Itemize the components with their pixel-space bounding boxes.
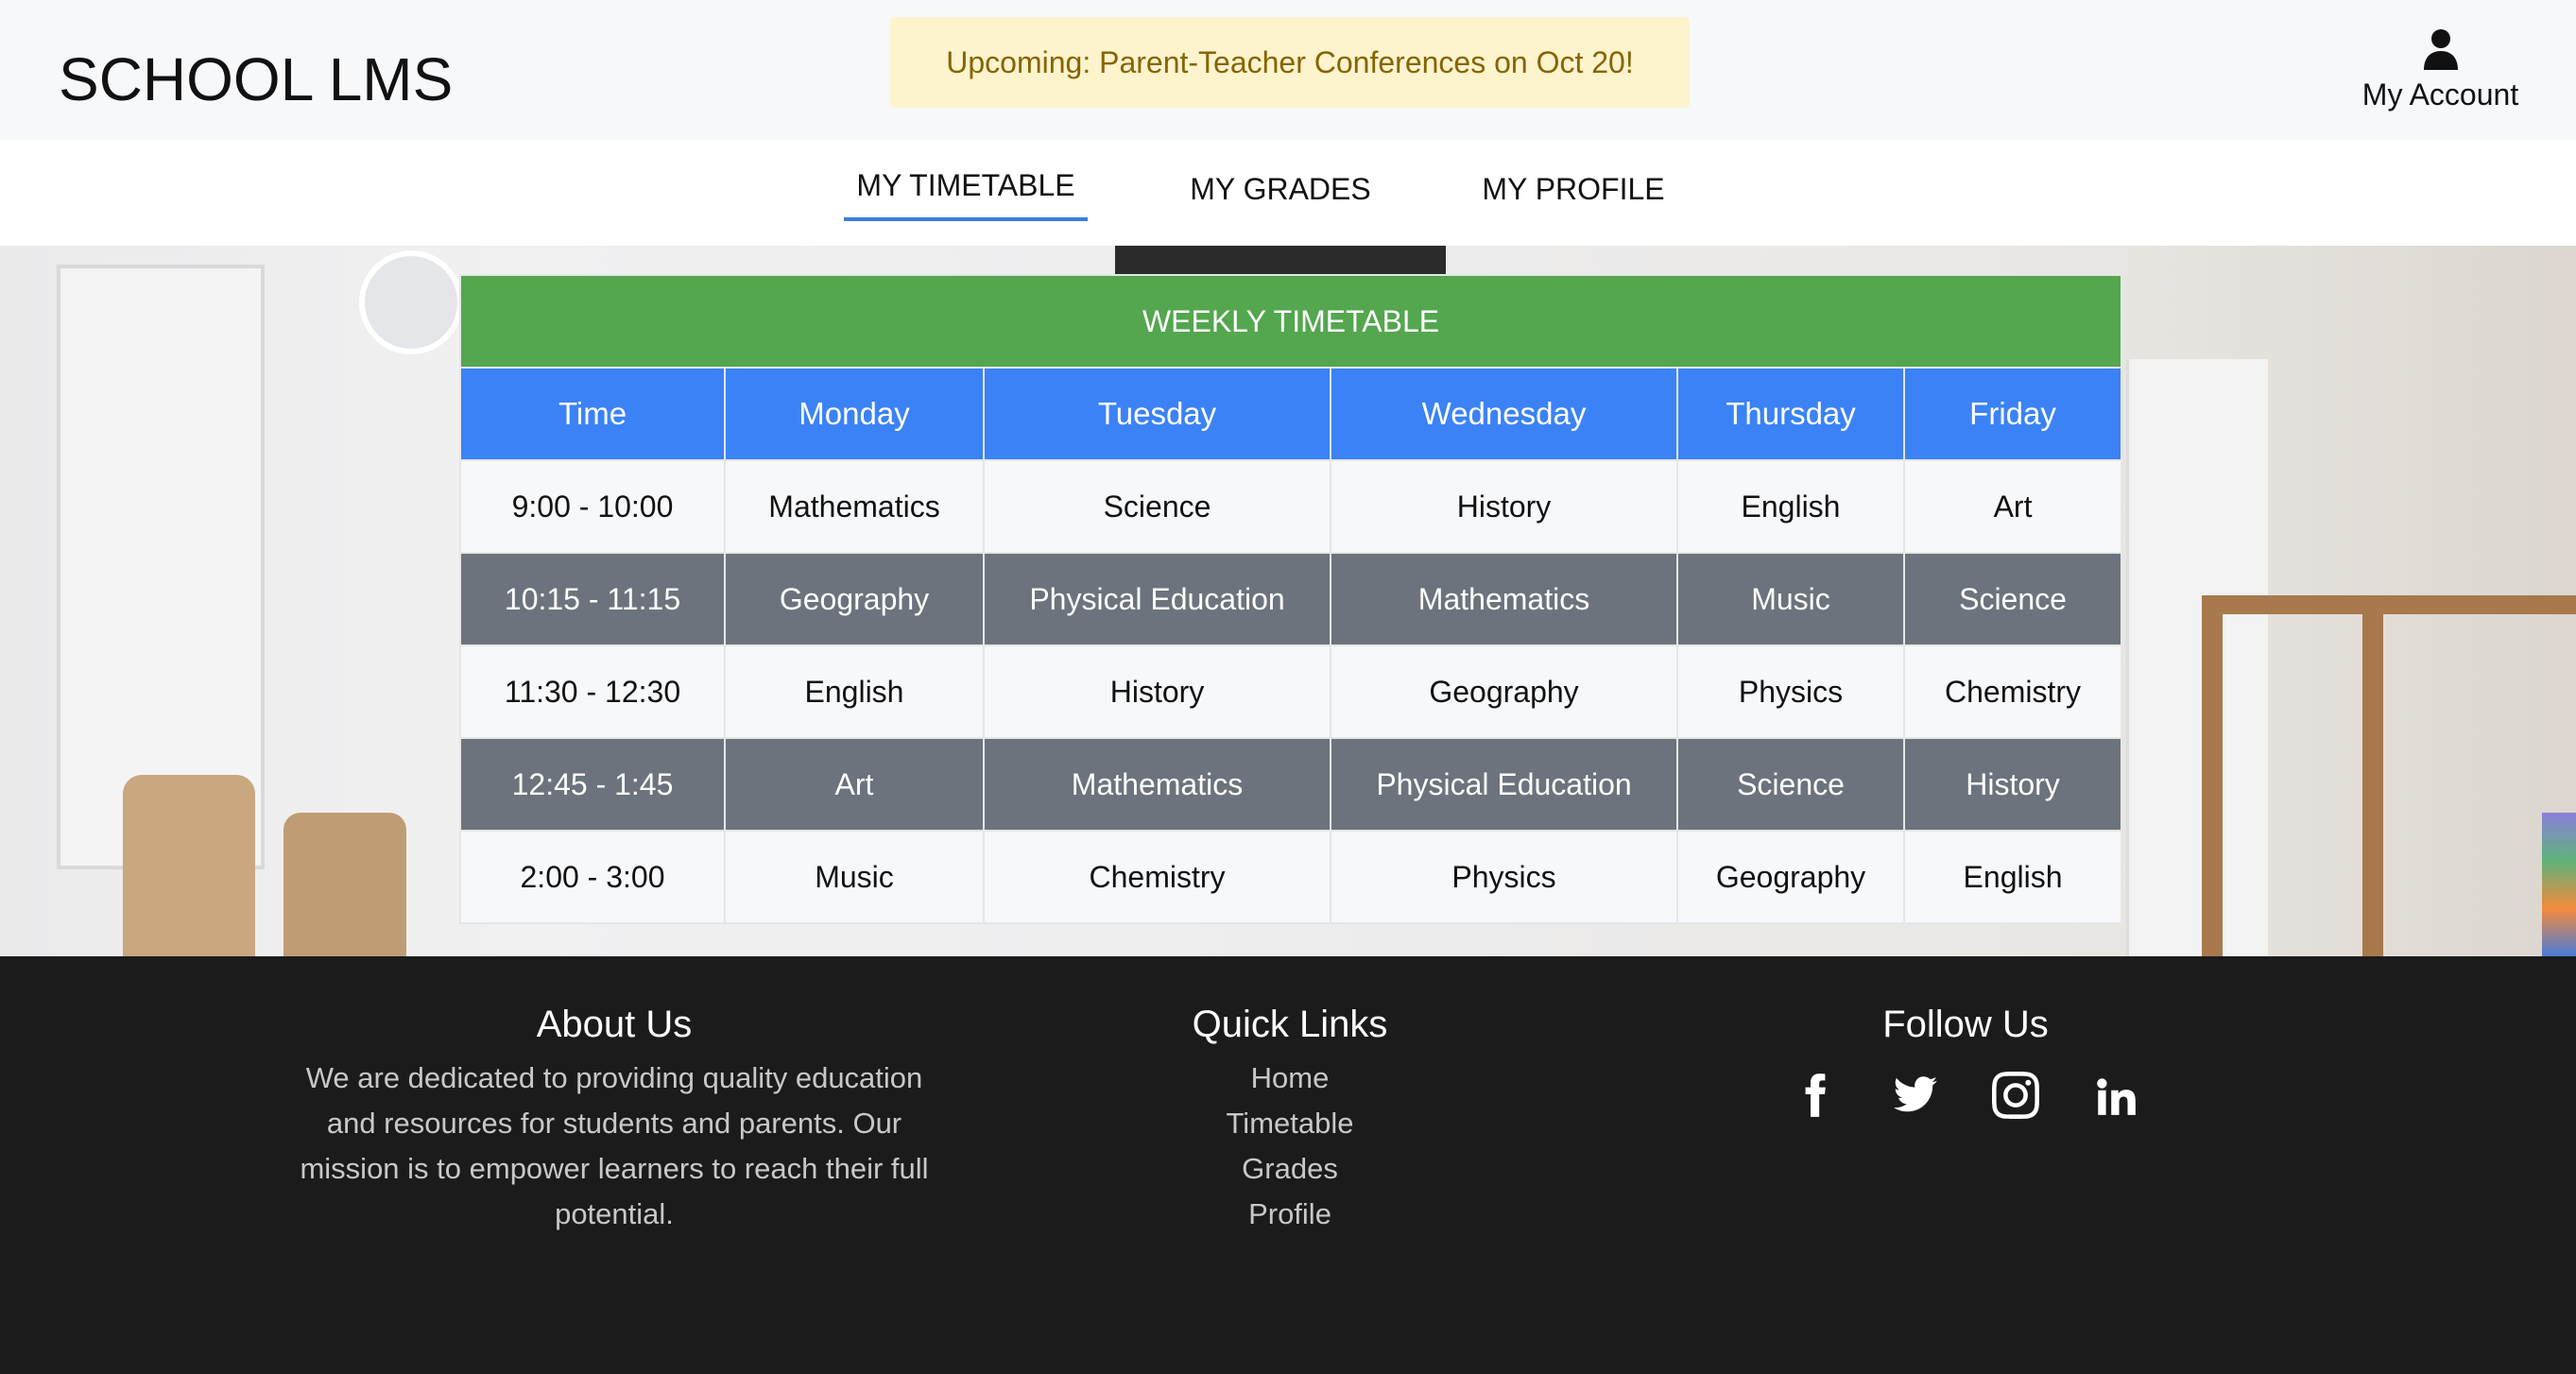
subject-cell: History bbox=[983, 644, 1331, 739]
subject-cell: Mathematics bbox=[1330, 552, 1678, 646]
announcement-banner: Upcoming: Parent-Teacher Conferences on … bbox=[890, 17, 1690, 108]
background-shelf-post bbox=[2202, 595, 2223, 956]
about-us-text: We are dedicated to providing quality ed… bbox=[300, 1061, 929, 1230]
timetable-header-row: Time Monday Tuesday Wednesday Thursday F… bbox=[459, 367, 2123, 461]
weekly-timetable: WEEKLY TIMETABLE Time Monday Tuesday Wed… bbox=[458, 274, 2123, 924]
subject-cell: Physics bbox=[1330, 830, 1678, 924]
subject-cell: Art bbox=[724, 737, 985, 832]
subject-cell: Science bbox=[1902, 552, 2123, 646]
time-cell: 2:00 - 3:00 bbox=[459, 830, 726, 924]
subject-cell: Geography bbox=[1676, 830, 1905, 924]
subject-cell: History bbox=[1902, 737, 2123, 832]
time-cell: 11:30 - 12:30 bbox=[459, 644, 726, 739]
background-cabinet bbox=[2126, 359, 2268, 956]
background-chair-left bbox=[123, 775, 255, 956]
column-header: Tuesday bbox=[983, 367, 1331, 461]
my-account-label: My Account bbox=[2361, 77, 2519, 112]
tab-my-profile[interactable]: MY PROFILE bbox=[1474, 168, 1673, 225]
social-links bbox=[1777, 1071, 2155, 1120]
background-clock bbox=[359, 250, 463, 354]
timetable-title: WEEKLY TIMETABLE bbox=[458, 274, 2123, 369]
subject-cell: Chemistry bbox=[1902, 644, 2123, 739]
subject-cell: English bbox=[1676, 459, 1905, 554]
about-us-heading: About Us bbox=[536, 1004, 693, 1045]
subject-cell: Mathematics bbox=[724, 459, 985, 554]
column-header: Time bbox=[459, 367, 726, 461]
subject-cell: English bbox=[1902, 830, 2123, 924]
twitter-icon[interactable] bbox=[1891, 1071, 1940, 1120]
subject-cell: Music bbox=[724, 830, 985, 924]
subject-cell: Chemistry bbox=[983, 830, 1331, 924]
main-nav: MY TIMETABLE MY GRADES MY PROFILE bbox=[0, 140, 2576, 246]
time-cell: 12:45 - 1:45 bbox=[459, 737, 726, 832]
subject-cell: Music bbox=[1676, 552, 1905, 646]
table-row: 9:00 - 10:00 Mathematics Science History… bbox=[459, 459, 2123, 554]
subject-cell: Physical Education bbox=[983, 552, 1331, 646]
subject-cell: Physical Education bbox=[1330, 737, 1678, 832]
quick-links-heading: Quick Links bbox=[1192, 1004, 1388, 1045]
subject-cell: Science bbox=[983, 459, 1331, 554]
table-row: 2:00 - 3:00 Music Chemistry Physics Geog… bbox=[459, 830, 2123, 924]
background-chair-right bbox=[283, 813, 406, 956]
column-header: Monday bbox=[724, 367, 985, 461]
instagram-icon[interactable] bbox=[1991, 1071, 2040, 1120]
my-account-button[interactable]: My Account bbox=[2334, 28, 2547, 123]
tab-my-timetable[interactable]: MY TIMETABLE bbox=[844, 164, 1088, 221]
background-shelf bbox=[2202, 595, 2576, 614]
hero-section: WEEKLY TIMETABLE Time Monday Tuesday Wed… bbox=[0, 246, 2576, 956]
footer-link-home[interactable]: Home bbox=[1101, 1056, 1479, 1101]
page: SCHOOL LMS Upcoming: Parent-Teacher Conf… bbox=[0, 0, 2576, 1374]
subject-cell: History bbox=[1330, 459, 1678, 554]
subject-cell: Physics bbox=[1676, 644, 1905, 739]
subject-cell: Geography bbox=[724, 552, 985, 646]
subject-cell: Art bbox=[1902, 459, 2123, 554]
footer-link-timetable[interactable]: Timetable bbox=[1101, 1101, 1479, 1146]
table-row: 11:30 - 12:30 English History Geography … bbox=[459, 644, 2123, 739]
time-cell: 9:00 - 10:00 bbox=[459, 459, 726, 554]
column-header: Thursday bbox=[1676, 367, 1905, 461]
follow-us-heading: Follow Us bbox=[1882, 1004, 2049, 1045]
subject-cell: English bbox=[724, 644, 985, 739]
subject-cell: Mathematics bbox=[983, 737, 1331, 832]
background-stacking-toy bbox=[2542, 813, 2576, 956]
footer-link-profile[interactable]: Profile bbox=[1101, 1192, 1479, 1237]
quick-links-section: Quick Links Home Timetable Grades Profil… bbox=[1101, 1004, 1479, 1237]
table-row: 12:45 - 1:45 Art Mathematics Physical Ed… bbox=[459, 737, 2123, 832]
about-us-section: About Us We are dedicated to providing q… bbox=[283, 1004, 945, 1237]
column-header: Wednesday bbox=[1330, 367, 1678, 461]
background-figure bbox=[1115, 246, 1446, 274]
subject-cell: Geography bbox=[1330, 644, 1678, 739]
facebook-icon[interactable] bbox=[1791, 1071, 1840, 1120]
time-cell: 10:15 - 11:15 bbox=[459, 552, 726, 646]
user-icon bbox=[2423, 29, 2458, 70]
linkedin-icon[interactable] bbox=[2091, 1071, 2140, 1120]
site-footer: About Us We are dedicated to providing q… bbox=[0, 956, 2576, 1374]
table-row: 10:15 - 11:15 Geography Physical Educati… bbox=[459, 552, 2123, 646]
background-shelf-post-right bbox=[2362, 595, 2383, 956]
subject-cell: Science bbox=[1676, 737, 1905, 832]
column-header: Friday bbox=[1902, 367, 2123, 461]
footer-link-grades[interactable]: Grades bbox=[1101, 1146, 1479, 1192]
site-header: SCHOOL LMS Upcoming: Parent-Teacher Conf… bbox=[0, 0, 2576, 140]
follow-us-section: Follow Us bbox=[1777, 1004, 2155, 1120]
site-logo[interactable]: SCHOOL LMS bbox=[59, 42, 453, 117]
tab-my-grades[interactable]: MY GRADES bbox=[1181, 168, 1380, 225]
